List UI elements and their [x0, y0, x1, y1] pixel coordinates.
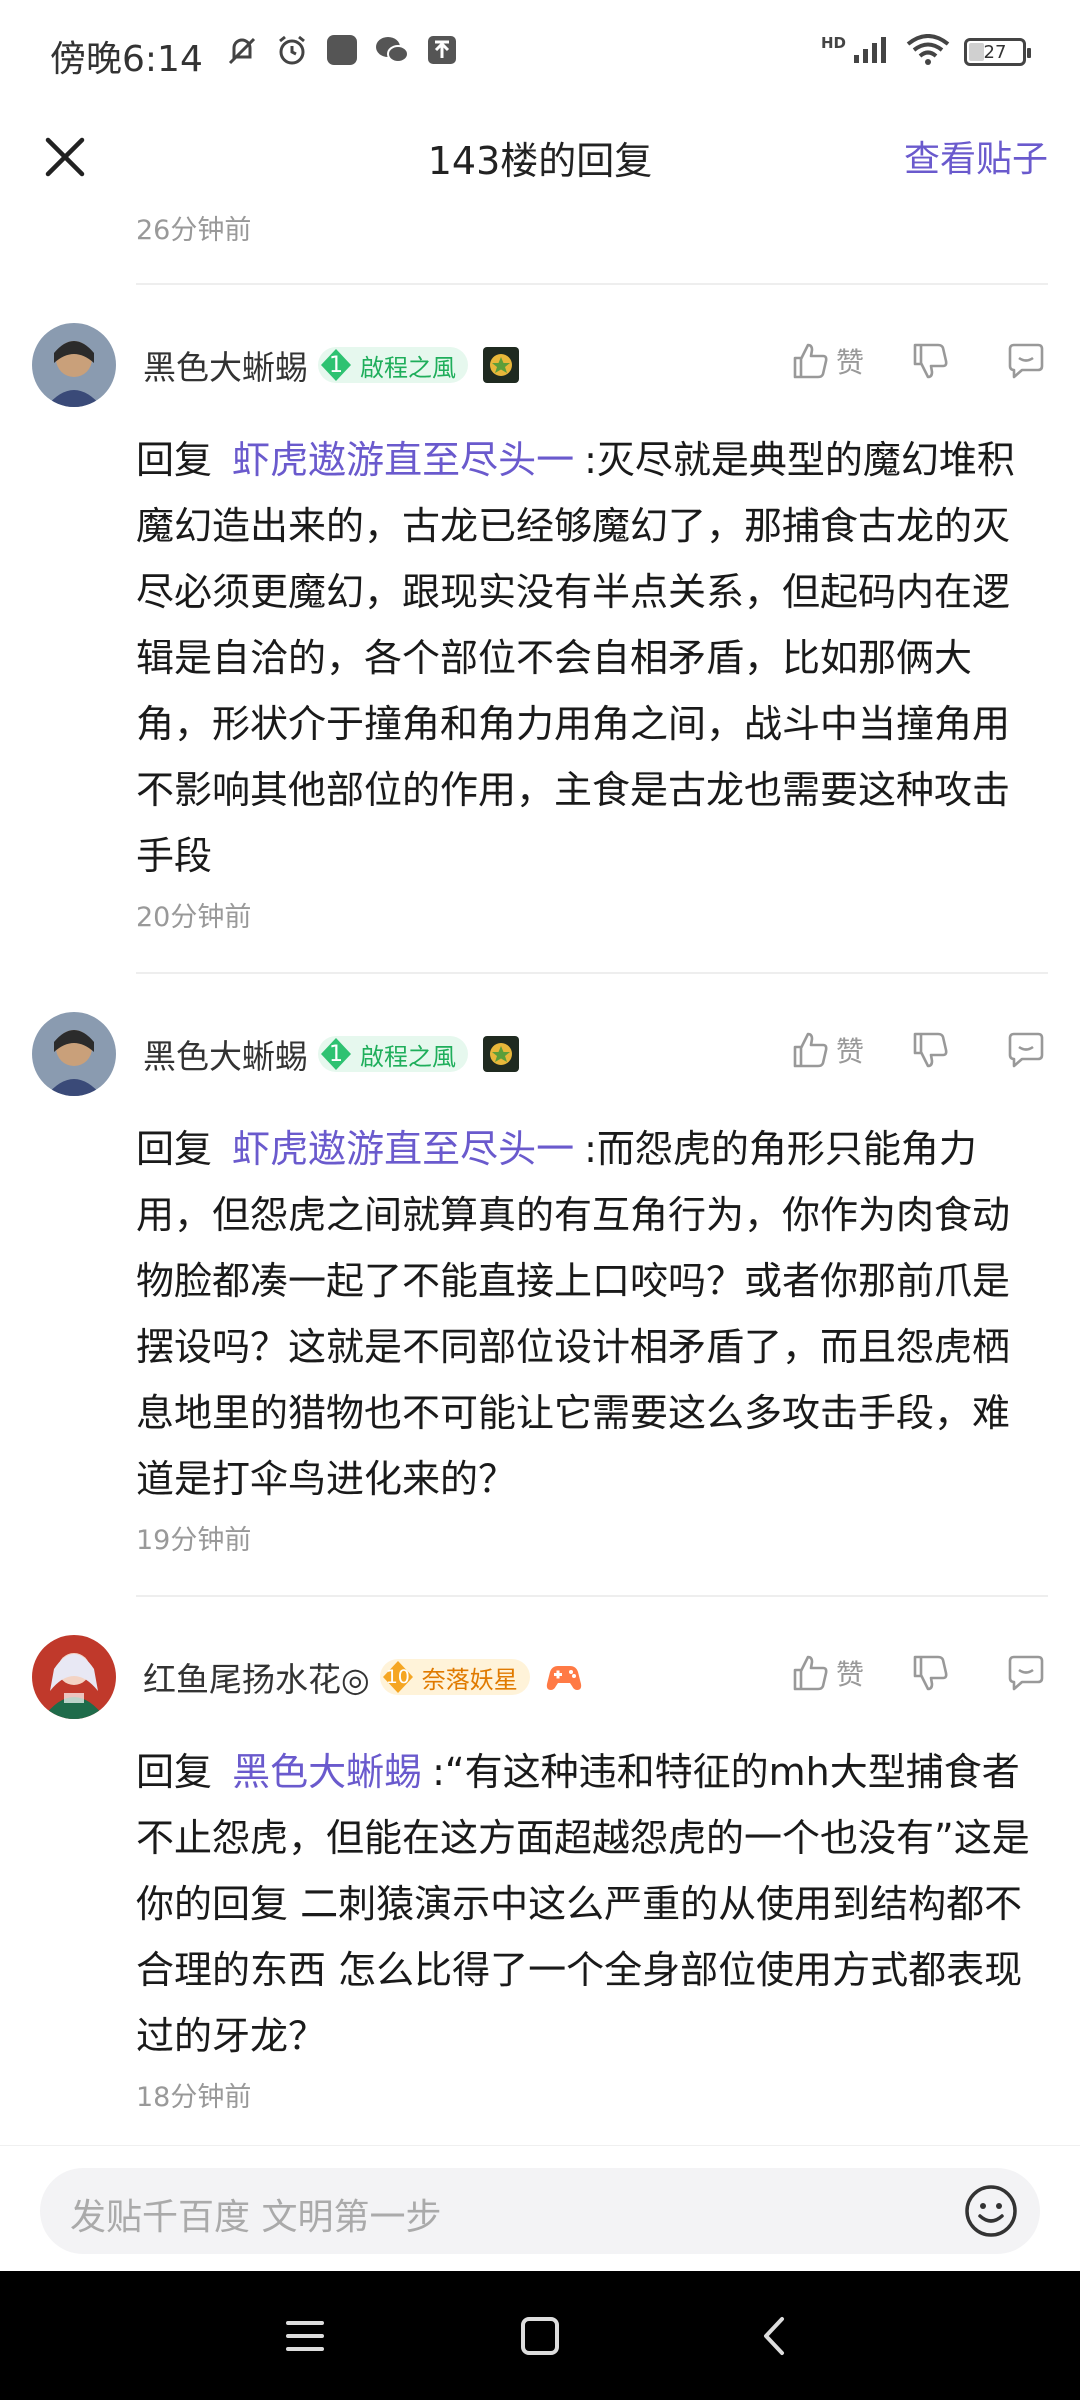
wechat-icon [374, 32, 410, 68]
level-badge: 1 啟程之風 [318, 347, 468, 383]
reply-item: 红鱼尾扬水花◎ 10 奈落妖星 赞 回复 黑色大蜥蜴:“有这种违和特征的mh大… [0, 1597, 1080, 2114]
alarm-icon [274, 32, 310, 68]
like-button[interactable]: 赞 [790, 341, 864, 381]
signal-icon [852, 35, 892, 69]
like-label: 赞 [835, 1035, 864, 1068]
reply-button[interactable] [1006, 1653, 1046, 1693]
level-badge: 10 奈落妖星 [379, 1659, 530, 1695]
back-button[interactable] [750, 2311, 800, 2361]
reply-time: 18分钟前 [136, 2082, 252, 2113]
reply-content: 回复 虾虎遨游直至尽头一:而怨虎的角形只能角力用，但怨虎之间就算真的有互角行为，… [136, 1116, 1046, 1512]
input-placeholder: 发贴千百度 文明第一步 [70, 2197, 442, 2238]
level-name: 奈落妖星 [421, 1665, 518, 1694]
previous-comment-time: 26分钟前 [136, 215, 252, 246]
reply-time: 19分钟前 [136, 1525, 252, 1556]
thumbs-down-icon [913, 343, 948, 379]
mention-link[interactable]: 虾虎遨游直至尽头一 [232, 438, 574, 482]
comment-icon [1008, 343, 1044, 379]
dislike-button[interactable] [910, 341, 950, 381]
like-label: 赞 [835, 1658, 864, 1691]
avatar[interactable] [32, 1635, 116, 1719]
reply-text: :“有这种违和特征的mh大型捕食者不止怨虎，但能在这方面超越怨虎的一个也没有”这… [136, 1750, 1030, 2058]
thumbs-up-icon [793, 1032, 828, 1068]
system-navigation-bar [0, 2271, 1080, 2400]
upload-icon [424, 32, 460, 68]
mention-link[interactable]: 虾虎遨游直至尽头一 [232, 1127, 574, 1171]
gamepad-badge-icon [544, 1658, 582, 1696]
emoji-icon [965, 2185, 1017, 2237]
level-badge: 1 啟程之風 [318, 1036, 468, 1072]
level-value: 1 [329, 1041, 343, 1067]
notification-muted-icon [224, 32, 260, 68]
reply-item: 黑色大蜥蜴 1 啟程之風 赞 [0, 285, 1080, 974]
reply-prefix: 回复 [136, 438, 213, 482]
reply-prefix: 回复 [136, 1127, 213, 1171]
battery-icon: 27 [964, 38, 1031, 66]
emoji-button[interactable] [962, 2182, 1020, 2240]
reply-prefix: 回复 [136, 1750, 213, 1794]
app-icon [324, 32, 360, 68]
like-button[interactable]: 赞 [790, 1030, 864, 1070]
battery-level-fill [969, 43, 985, 61]
reply-content: 回复 黑色大蜥蜴:“有这种违和特征的mh大型捕食者不止怨虎，但能在这方面超越怨虎… [136, 1739, 1046, 2069]
like-button[interactable]: 赞 [790, 1653, 864, 1693]
comment-icon [1008, 1655, 1044, 1691]
network-type-label: HD [820, 34, 846, 52]
thumbs-up-icon [793, 343, 828, 379]
username[interactable]: 黑色大蜥蜴 [143, 1030, 308, 1078]
menu-icon [286, 2321, 324, 2351]
comment-input-bar: 发贴千百度 文明第一步 [0, 2145, 1080, 2272]
status-time: 傍晚6:14 [50, 39, 203, 80]
dislike-button[interactable] [910, 1653, 950, 1693]
level-name: 啟程之風 [360, 1042, 456, 1071]
comment-input[interactable]: 发贴千百度 文明第一步 [40, 2168, 1040, 2254]
mention-link[interactable]: 黑色大蜥蜴 [232, 1750, 422, 1794]
reply-item: 黑色大蜥蜴 1 啟程之風 赞 [0, 974, 1080, 1597]
wifi-icon [906, 34, 950, 70]
reply-content: 回复 虾虎遨游直至尽头一:灭尽就是典型的魔幻堆积魔幻造出来的，古龙已经够魔幻了，… [136, 427, 1046, 889]
header-bar: 143楼的回复 查看贴子 [0, 110, 1080, 202]
reply-list[interactable]: 26分钟前 黑色大蜥蜴 1 啟程之風 赞 回复 虾虎遨游直至尽头一:灭尽就是典… [0, 202, 1080, 2142]
thumbs-down-icon [913, 1032, 948, 1068]
dislike-button[interactable] [910, 1030, 950, 1070]
back-chevron-icon [764, 2317, 784, 2355]
like-label: 赞 [835, 346, 864, 379]
home-button[interactable] [515, 2311, 565, 2361]
home-square-icon [521, 2317, 559, 2355]
reply-button[interactable] [1006, 1030, 1046, 1070]
level-value: 1 [329, 352, 343, 378]
battery-level: 27 [983, 41, 1007, 63]
medal-badge-icon [482, 1035, 520, 1073]
level-name: 啟程之風 [360, 353, 456, 382]
level-number: 1 [318, 1036, 354, 1072]
level-value: 10 [385, 1666, 410, 1688]
level-number: 1 [318, 347, 354, 383]
status-bar: 傍晚6:14 HD 27 [0, 0, 1080, 110]
reply-time: 20分钟前 [136, 902, 252, 933]
avatar[interactable] [32, 323, 116, 407]
username[interactable]: 黑色大蜥蜴 [143, 341, 308, 389]
menu-button[interactable] [280, 2311, 330, 2361]
reply-text: :而怨虎的角形只能角力用，但怨虎之间就算真的有互角行为，你作为肉食动物脸都凑一起… [136, 1127, 1011, 1501]
reply-text: :灭尽就是典型的魔幻堆积魔幻造出来的，古龙已经够魔幻了，那捕食古龙的灭尽必须更魔… [136, 438, 1015, 878]
thumbs-down-icon [913, 1655, 948, 1691]
comment-icon [1008, 1032, 1044, 1068]
level-number: 10 [380, 1659, 416, 1695]
thumbs-up-icon [793, 1655, 828, 1691]
reply-button[interactable] [1006, 341, 1046, 381]
view-post-link[interactable]: 查看贴子 [904, 130, 1048, 182]
medal-badge-icon [482, 346, 520, 384]
avatar[interactable] [32, 1012, 116, 1096]
username[interactable]: 红鱼尾扬水花◎ [143, 1653, 370, 1701]
